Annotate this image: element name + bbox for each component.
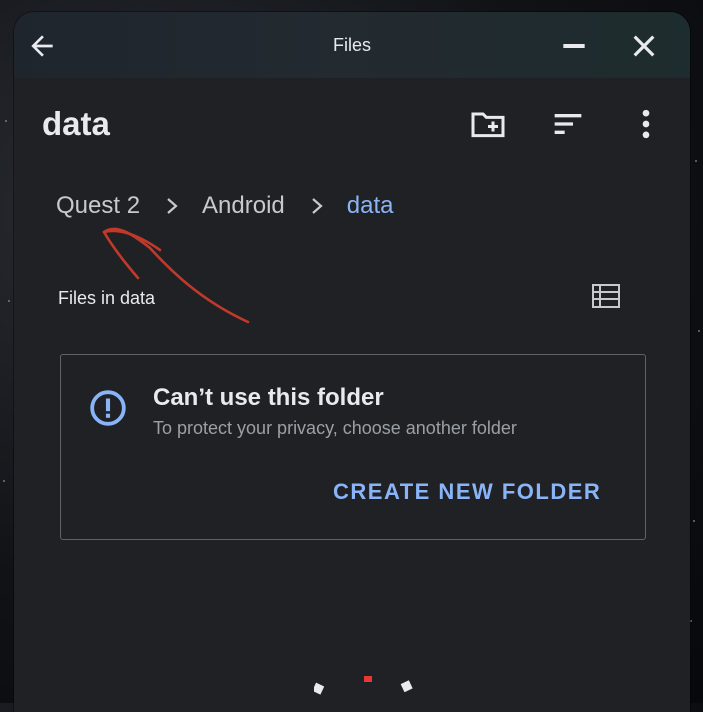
breadcrumb-item-data[interactable]: data	[347, 192, 394, 220]
more-vert-icon[interactable]	[626, 104, 666, 144]
chevron-right-icon	[312, 198, 323, 214]
cant-use-folder-card: Can’t use this folder To protect your pr…	[60, 354, 646, 540]
page-title: data	[42, 105, 110, 142]
breadcrumb-item-quest-2[interactable]: Quest 2	[56, 192, 140, 220]
create-new-folder-button[interactable]: CREATE NEW FOLDER	[333, 479, 601, 505]
section-header: Files in data	[58, 288, 156, 308]
breadcrumb-item-android[interactable]: Android	[202, 192, 285, 220]
create-new-folder-icon[interactable]	[468, 104, 508, 144]
files-window: Files data Quest 2 Android data Files in…	[14, 12, 690, 712]
sort-icon[interactable]	[548, 104, 588, 144]
close-icon[interactable]	[628, 30, 660, 62]
list-view-icon[interactable]	[590, 282, 622, 310]
chevron-right-icon	[167, 198, 178, 214]
breadcrumb: Quest 2 Android data	[56, 192, 394, 220]
notice-subtitle: To protect your privacy, choose another …	[153, 418, 517, 438]
app-bar: data	[14, 78, 690, 168]
minimize-icon[interactable]	[558, 30, 590, 62]
info-icon	[90, 390, 126, 426]
window-titlebar: Files	[14, 12, 690, 78]
notice-title: Can’t use this folder	[153, 384, 384, 411]
loading-indicator-icon	[314, 676, 413, 695]
